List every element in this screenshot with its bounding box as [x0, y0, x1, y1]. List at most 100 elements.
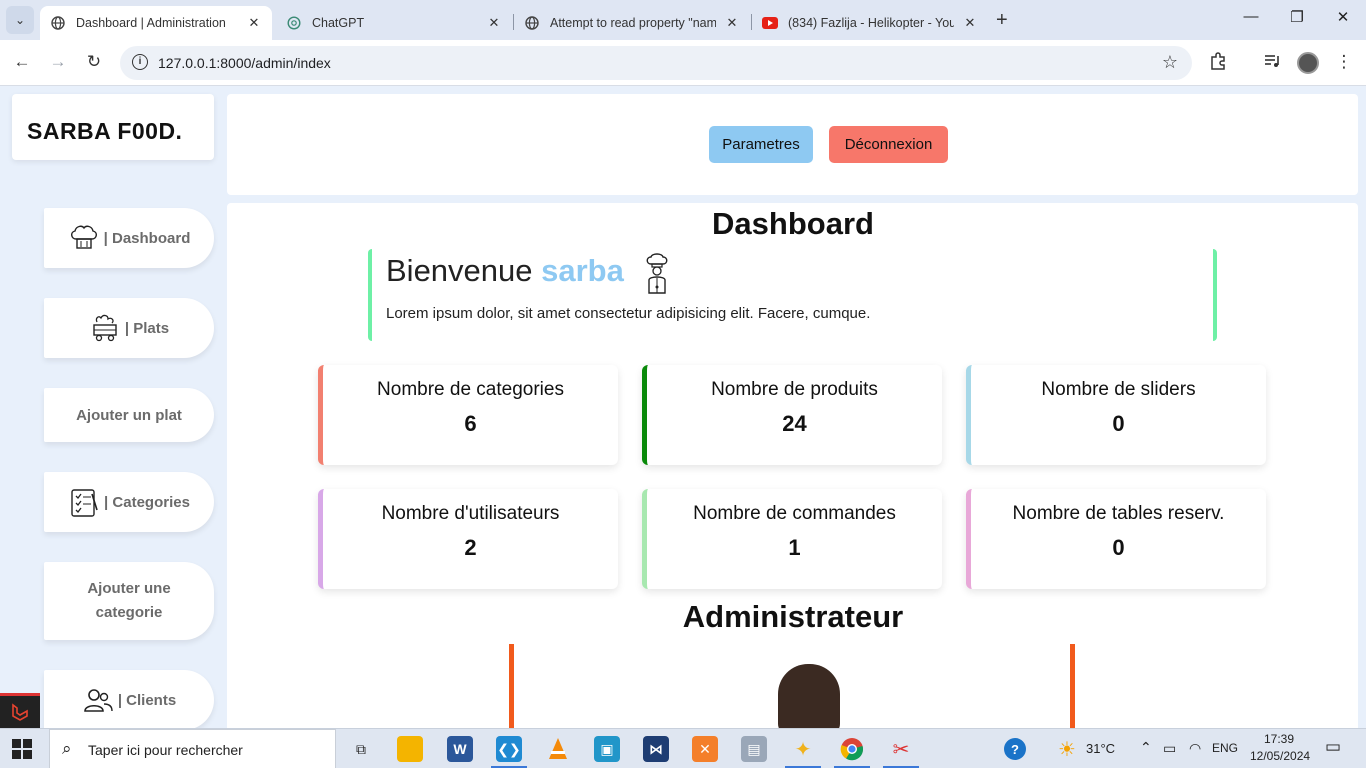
- close-window-button[interactable]: ✕: [1328, 8, 1358, 26]
- search-placeholder: Taper ici pour rechercher: [88, 742, 243, 758]
- tab-dashboard[interactable]: Dashboard | Administration ✕: [40, 6, 272, 40]
- minimize-button[interactable]: —: [1236, 8, 1266, 25]
- chrome-icon[interactable]: [839, 736, 865, 762]
- xampp-icon[interactable]: ✕: [692, 736, 718, 762]
- snipping-tool-icon[interactable]: ✂: [888, 736, 914, 762]
- tab-title: Dashboard | Administration: [76, 16, 226, 30]
- brand-card: SARBA F00D.: [12, 94, 214, 160]
- stat-label: Nombre de commandes: [693, 503, 896, 524]
- tab-error[interactable]: Attempt to read property "nam ✕: [514, 6, 750, 40]
- bookmark-star-icon[interactable]: ☆: [1162, 52, 1178, 73]
- taskbar-search-input[interactable]: ⌕ Taper ici pour rechercher: [49, 729, 336, 768]
- globe-icon: [524, 15, 540, 31]
- sidebar-item-label: | Clients: [117, 691, 177, 709]
- wifi-icon[interactable]: ◠: [1189, 740, 1201, 757]
- stat-value: 24: [782, 411, 807, 436]
- stat-card-tables: Nombre de tables reserv. 0: [966, 489, 1266, 589]
- welcome-greeting: Bienvenue: [386, 253, 533, 288]
- windows-start-icon[interactable]: [12, 739, 32, 759]
- task-view-icon[interactable]: ⧉: [348, 736, 374, 762]
- virtualbox-icon[interactable]: ▣: [594, 736, 620, 762]
- logout-button[interactable]: Déconnexion: [829, 126, 948, 163]
- vscode-icon[interactable]: ❮❯: [496, 736, 522, 762]
- file-explorer-icon[interactable]: [397, 736, 423, 762]
- globe-icon: [50, 15, 66, 31]
- tab-title: (834) Fazlija - Helikopter - YouTu: [788, 16, 954, 30]
- address-bar[interactable]: i 127.0.0.1:8000/admin/index ☆: [120, 46, 1192, 80]
- close-tab-icon[interactable]: ✕: [486, 15, 502, 31]
- browser-toolbar: ← → ↻ i 127.0.0.1:8000/admin/index ☆ ⋮: [0, 40, 1366, 86]
- tab-search-button[interactable]: ⌄: [6, 6, 34, 34]
- photos-icon[interactable]: ▤: [741, 736, 767, 762]
- stat-value: 1: [788, 535, 801, 560]
- extensions-icon[interactable]: [1206, 52, 1230, 75]
- tab-title: Attempt to read property "nam: [550, 16, 716, 30]
- stat-value: 0: [1112, 411, 1125, 436]
- sidebar-item-add-plat[interactable]: Ajouter un plat: [44, 388, 214, 442]
- users-icon: [82, 684, 114, 716]
- back-button[interactable]: ←: [10, 52, 34, 72]
- clock-time[interactable]: 17:39: [1264, 732, 1294, 746]
- chef-icon: [646, 253, 668, 294]
- windows-taskbar: ⌕ Taper ici pour rechercher ⧉ W ❮❯ ▣ ⋈ ✕…: [0, 728, 1366, 768]
- tab-youtube[interactable]: (834) Fazlija - Helikopter - YouTu ✕: [752, 6, 988, 40]
- reload-button[interactable]: ↻: [82, 52, 106, 72]
- checklist-icon: [68, 486, 100, 518]
- sidebar-item-label: Ajouter un plat: [76, 406, 182, 424]
- url-text[interactable]: 127.0.0.1:8000/admin/index: [158, 55, 331, 71]
- close-tab-icon[interactable]: ✕: [962, 15, 978, 31]
- new-tab-button[interactable]: +: [996, 9, 1008, 32]
- close-tab-icon[interactable]: ✕: [246, 15, 262, 31]
- weather-temperature[interactable]: 31°C: [1086, 741, 1115, 756]
- visual-studio-icon[interactable]: ⋈: [643, 736, 669, 762]
- stat-label: Nombre de sliders: [1041, 379, 1196, 400]
- stat-label: Nombre d'utilisateurs: [381, 503, 560, 524]
- page-title: Dashboard: [712, 206, 874, 241]
- stat-card-commandes: Nombre de commandes 1: [642, 489, 942, 589]
- weather-icon[interactable]: ☀: [1054, 736, 1080, 762]
- restore-button[interactable]: ❐: [1282, 8, 1312, 26]
- clock-date[interactable]: 12/05/2024: [1250, 749, 1310, 763]
- brand-logo[interactable]: SARBA F00D.: [27, 118, 182, 145]
- help-icon[interactable]: ?: [1004, 738, 1026, 760]
- chatgpt-icon: [286, 15, 302, 31]
- stat-value: 0: [1112, 535, 1125, 560]
- admin-avatar: [778, 664, 840, 728]
- sidebar-item-categories[interactable]: | Categories: [44, 472, 214, 532]
- tab-chatgpt[interactable]: ChatGPT ✕: [276, 6, 512, 40]
- browser-tab-bar: ⌄ Dashboard | Administration ✕ ChatGPT ✕…: [0, 0, 1366, 40]
- close-tab-icon[interactable]: ✕: [724, 15, 740, 31]
- youtube-icon: [762, 15, 778, 31]
- app-icon[interactable]: ✦: [790, 736, 816, 762]
- admin-section-title: Administrateur: [682, 599, 904, 634]
- stat-value: 2: [464, 535, 477, 560]
- media-control-icon[interactable]: [1260, 52, 1284, 75]
- browser-menu-icon[interactable]: ⋮: [1332, 52, 1356, 72]
- tab-title: ChatGPT: [312, 16, 365, 30]
- settings-button[interactable]: Parametres: [709, 126, 813, 163]
- notifications-icon[interactable]: ▭: [1325, 737, 1341, 757]
- page-content: SARBA F00D. | Dashboard | Plats Ajouter …: [0, 87, 1366, 728]
- sidebar-item-plats[interactable]: | Plats: [44, 298, 214, 358]
- vlc-icon[interactable]: [545, 736, 571, 762]
- sidebar-item-label: | Categories: [104, 493, 190, 511]
- laravel-debug-icon[interactable]: [0, 693, 40, 728]
- battery-icon[interactable]: ▭: [1163, 740, 1176, 757]
- stat-value: 6: [464, 411, 477, 436]
- stat-card-utilisateurs: Nombre d'utilisateurs 2: [318, 489, 618, 589]
- sidebar-item-label: | Plats: [124, 319, 170, 337]
- welcome-username: sarba: [541, 253, 624, 288]
- sidebar-item-clients[interactable]: | Clients: [44, 670, 214, 728]
- stat-card-produits: Nombre de produits 24: [642, 365, 942, 465]
- welcome-heading: Bienvenue sarba: [386, 253, 624, 289]
- search-icon: ⌕: [62, 739, 72, 758]
- word-icon[interactable]: W: [447, 736, 473, 762]
- stat-label: Nombre de tables reserv.: [1012, 503, 1225, 524]
- stat-label: Nombre de categories: [377, 379, 564, 400]
- profile-avatar[interactable]: [1297, 52, 1319, 74]
- language-indicator[interactable]: ENG: [1212, 741, 1238, 755]
- chevron-up-icon[interactable]: ⌃: [1140, 739, 1152, 756]
- welcome-text: Lorem ipsum dolor, sit amet consectetur …: [386, 305, 871, 322]
- forward-button[interactable]: →: [46, 52, 70, 72]
- site-info-icon[interactable]: i: [132, 54, 148, 70]
